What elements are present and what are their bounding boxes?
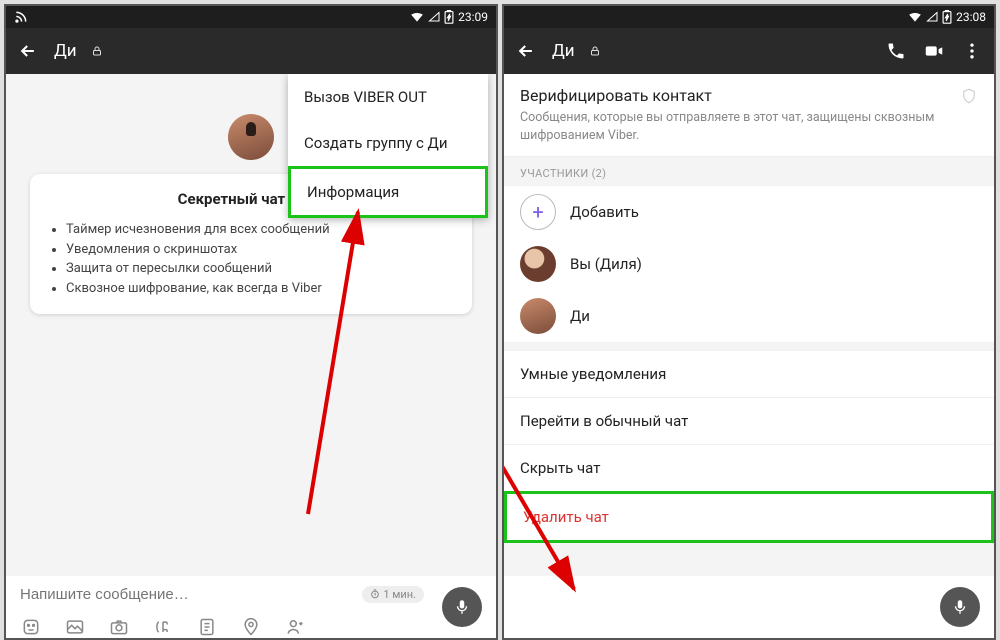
app-bar: Ди	[504, 28, 994, 74]
list-item: Сквозное шифрование, как всегда в Viber	[66, 279, 454, 299]
file-icon[interactable]	[196, 616, 218, 638]
chat-title[interactable]: Ди	[54, 41, 77, 61]
avatar	[520, 298, 556, 334]
card-bullets: Таймер исчезновения для всех сообщений У…	[48, 220, 454, 298]
participant-name: Ди	[570, 307, 590, 325]
list-item: Уведомления о скриншотах	[66, 240, 454, 260]
mic-button[interactable]	[940, 587, 980, 627]
battery-icon	[942, 10, 952, 24]
mic-button[interactable]	[442, 587, 482, 627]
bottom-strip: 1 мин.	[4, 576, 996, 640]
gif-icon[interactable]	[152, 616, 174, 638]
overflow-menu: Вызов VIBER OUT Создать группу с Ди Инфо…	[288, 74, 488, 218]
phone-right: 23:08 Ди Верифицировать контакт Сообщени…	[502, 4, 996, 636]
app-bar: Ди	[6, 28, 496, 74]
verify-sub: Сообщения, которые вы отправляете в этот…	[520, 109, 978, 144]
wifi-icon	[410, 10, 424, 24]
participant-name: Вы (Диля)	[570, 255, 642, 273]
lock-icon	[589, 45, 601, 57]
shield-icon	[960, 87, 978, 105]
verify-block[interactable]: Верифицировать контакт Сообщения, которы…	[504, 74, 994, 157]
menu-create-group[interactable]: Создать группу с Ди	[288, 120, 488, 166]
back-icon[interactable]	[514, 39, 538, 63]
back-icon[interactable]	[16, 39, 40, 63]
plus-icon: +	[520, 194, 556, 230]
status-time: 23:08	[956, 10, 986, 24]
contact-avatar[interactable]	[228, 114, 274, 160]
add-participant[interactable]: + Добавить	[504, 186, 994, 238]
lock-icon	[91, 45, 103, 57]
contact-share-icon[interactable]	[284, 616, 306, 638]
status-time: 23:09	[458, 10, 488, 24]
timer-label: 1 мин.	[383, 588, 416, 601]
avatar	[520, 246, 556, 282]
signal-icon	[428, 11, 440, 23]
chat-title[interactable]: Ди	[552, 41, 575, 61]
signal-icon	[926, 11, 938, 23]
menu-viber-out[interactable]: Вызов VIBER OUT	[288, 74, 488, 120]
message-input[interactable]	[20, 586, 362, 603]
add-label: Добавить	[570, 203, 639, 221]
list-item: Защита от пересылки сообщений	[66, 259, 454, 279]
gallery-icon[interactable]	[64, 616, 86, 638]
location-icon[interactable]	[240, 616, 262, 638]
video-icon[interactable]	[922, 39, 946, 63]
battery-icon	[444, 10, 454, 24]
timer-pill[interactable]: 1 мин.	[362, 586, 424, 603]
content-area: Вызов VIBER OUT Создать группу с Ди Инфо…	[6, 74, 496, 634]
participants-label: УЧАСТНИКИ (2)	[504, 157, 994, 186]
call-icon[interactable]	[884, 39, 908, 63]
phone-left: 23:09 Ди Вызов VIBER OUT Создать группу …	[4, 4, 498, 636]
sticker-icon[interactable]	[20, 616, 42, 638]
camera-icon[interactable]	[108, 616, 130, 638]
annotation-arrow	[298, 204, 378, 524]
list-item: Таймер исчезновения для всех сообщений	[66, 220, 454, 240]
left-input-bar: 1 мин.	[4, 576, 498, 640]
annotation-arrow	[504, 374, 604, 614]
status-bar: 23:09	[6, 6, 496, 28]
verify-heading: Верифицировать контакт	[520, 86, 712, 105]
wifi-icon	[908, 10, 922, 24]
rss-icon	[14, 10, 28, 24]
participant-contact[interactable]: Ди	[504, 290, 994, 342]
info-content[interactable]: Верифицировать контакт Сообщения, которы…	[504, 74, 994, 634]
more-icon[interactable]	[960, 39, 984, 63]
status-bar: 23:08	[504, 6, 994, 28]
participant-self[interactable]: Вы (Диля)	[504, 238, 994, 290]
